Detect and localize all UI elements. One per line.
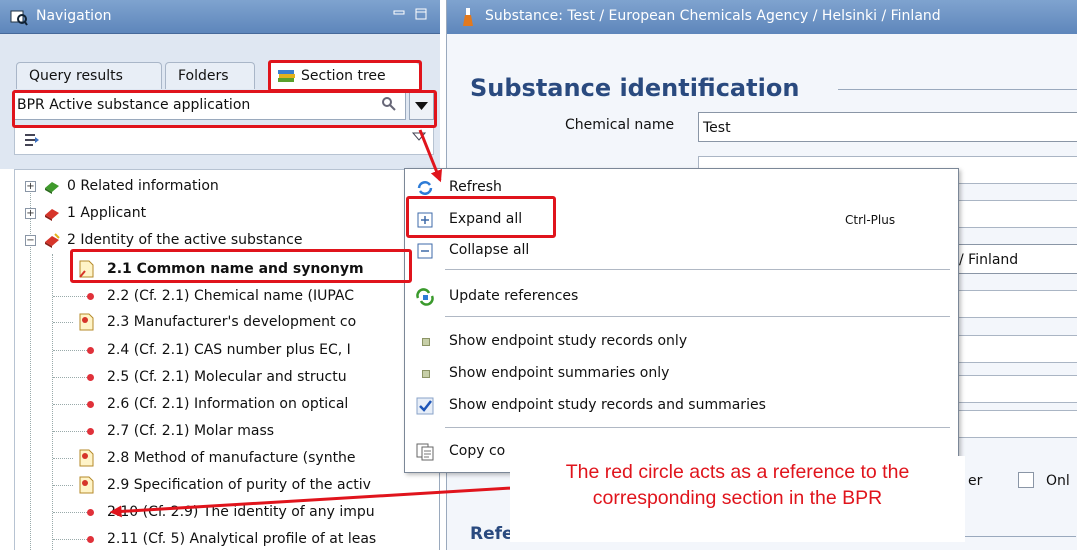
arrow-to-expand-all [418, 129, 443, 183]
arrow-to-reference-dot [109, 486, 513, 518]
annotation-note: The red circle acts as a reference to th… [510, 456, 965, 542]
annotation-line: corresponding section in the BPR [592, 487, 883, 509]
annotation-line: The red circle acts as a reference to th… [565, 461, 910, 483]
